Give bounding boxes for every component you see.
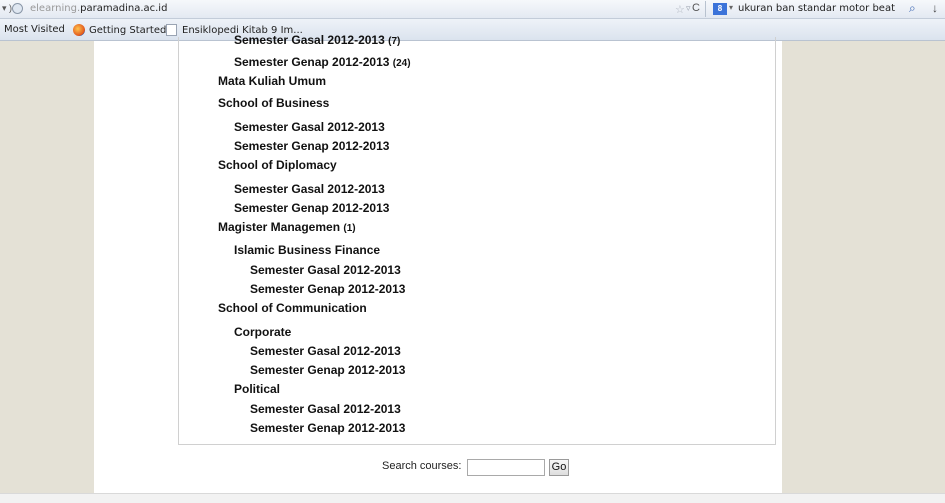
- category-link[interactable]: Semester Gasal 2012-2013 (7): [234, 33, 400, 47]
- category-link[interactable]: School of Communication: [218, 301, 367, 315]
- browser-search-input[interactable]: ukuran ban standar motor beat: [738, 3, 895, 14]
- search-engine-caret-icon[interactable]: ▾: [729, 3, 733, 12]
- category-label: School of Business: [218, 96, 330, 110]
- category-label: Semester Genap 2012-2013: [250, 363, 406, 377]
- bookmark-label: Getting Started: [89, 24, 167, 36]
- category-link[interactable]: Semester Genap 2012-2013: [234, 139, 389, 153]
- category-link[interactable]: Semester Gasal 2012-2013: [234, 120, 385, 134]
- category-label: Political: [234, 382, 281, 396]
- category-link[interactable]: School of Diplomacy: [218, 158, 337, 172]
- url-bar[interactable]: elearning.paramadina.ac.id: [30, 3, 167, 14]
- category-label: Semester Gasal 2012-2013: [250, 344, 401, 358]
- search-courses-label: Search courses:: [382, 460, 462, 472]
- category-link[interactable]: Magister Managemen (1): [218, 220, 356, 234]
- category-label: Semester Gasal 2012-2013: [234, 182, 385, 196]
- category-count: (7): [388, 36, 401, 47]
- category-link[interactable]: Islamic Business Finance: [234, 243, 380, 257]
- category-link[interactable]: Mata Kuliah Umum: [218, 74, 326, 88]
- category-label: Semester Genap 2012-2013: [234, 201, 390, 215]
- category-count: (24): [392, 58, 411, 69]
- category-label: Semester Genap 2012-2013: [250, 282, 406, 296]
- category-label: Magister Managemen: [218, 220, 341, 234]
- page-right-margin: [782, 41, 945, 493]
- browser-navbar: ▾ ) elearning.paramadina.ac.id ☆ ▿ C 8 ▾…: [0, 0, 945, 19]
- category-link[interactable]: Corporate: [234, 325, 291, 339]
- firefox-icon: [73, 24, 85, 36]
- category-label: Semester Genap 2012-2013: [234, 139, 390, 153]
- category-link[interactable]: Semester Gasal 2012-2013: [234, 182, 385, 196]
- download-icon[interactable]: ↓: [932, 1, 938, 15]
- category-link[interactable]: Semester Genap 2012-2013: [250, 363, 405, 377]
- page-left-margin: [0, 41, 94, 493]
- bookmark-star-icon[interactable]: ☆: [675, 3, 685, 16]
- category-label: Semester Gasal 2012-2013: [250, 402, 401, 416]
- category-label: School of Communication: [218, 301, 367, 315]
- page-icon: [166, 24, 177, 36]
- search-go-button[interactable]: Go: [549, 459, 569, 476]
- site-identity-icon[interactable]: [12, 3, 23, 14]
- main-content: Semester Gasal 2012-2013 (7) Semester Ge…: [94, 33, 782, 493]
- category-link[interactable]: Semester Genap 2012-2013: [250, 421, 405, 435]
- category-label: Semester Gasal 2012-2013: [234, 33, 385, 47]
- category-label: Mata Kuliah Umum: [218, 74, 327, 88]
- search-go-icon[interactable]: ⌕: [909, 1, 916, 16]
- category-link[interactable]: Semester Gasal 2012-2013: [250, 263, 401, 277]
- category-label: Semester Gasal 2012-2013: [234, 120, 385, 134]
- category-link[interactable]: Semester Gasal 2012-2013: [250, 402, 401, 416]
- category-link[interactable]: Semester Genap 2012-2013: [250, 282, 405, 296]
- category-label: Corporate: [234, 325, 292, 339]
- category-link[interactable]: Semester Gasal 2012-2013: [250, 344, 401, 358]
- url-prefix: elearning.: [30, 3, 81, 14]
- bookmark-label: Most Visited: [4, 24, 65, 35]
- category-link[interactable]: Semester Genap 2012-2013 (24): [234, 55, 411, 69]
- category-link[interactable]: School of Business: [218, 96, 329, 110]
- bookmark-getting-started[interactable]: Getting Started: [73, 24, 166, 36]
- bottom-strip: [0, 493, 945, 503]
- category-link[interactable]: Political: [234, 382, 280, 396]
- search-courses-input[interactable]: [467, 459, 545, 476]
- search-engine-icon[interactable]: 8: [713, 3, 727, 15]
- category-label: Semester Genap 2012-2013: [234, 55, 390, 69]
- category-label: Semester Gasal 2012-2013: [250, 263, 401, 277]
- category-label: School of Diplomacy: [218, 158, 337, 172]
- reload-icon[interactable]: C: [692, 2, 700, 14]
- category-label: Semester Genap 2012-2013: [250, 421, 406, 435]
- url-dropmarker-icon[interactable]: ▿: [686, 3, 691, 14]
- back-dropdown-icon[interactable]: ▾ ): [2, 3, 12, 14]
- url-domain: paramadina.ac.id: [80, 3, 168, 14]
- bookmark-most-visited[interactable]: Most Visited: [4, 24, 65, 35]
- category-count: (1): [343, 223, 356, 234]
- category-label: Islamic Business Finance: [234, 243, 381, 257]
- category-link[interactable]: Semester Genap 2012-2013: [234, 201, 389, 215]
- toolbar-separator: [705, 1, 706, 17]
